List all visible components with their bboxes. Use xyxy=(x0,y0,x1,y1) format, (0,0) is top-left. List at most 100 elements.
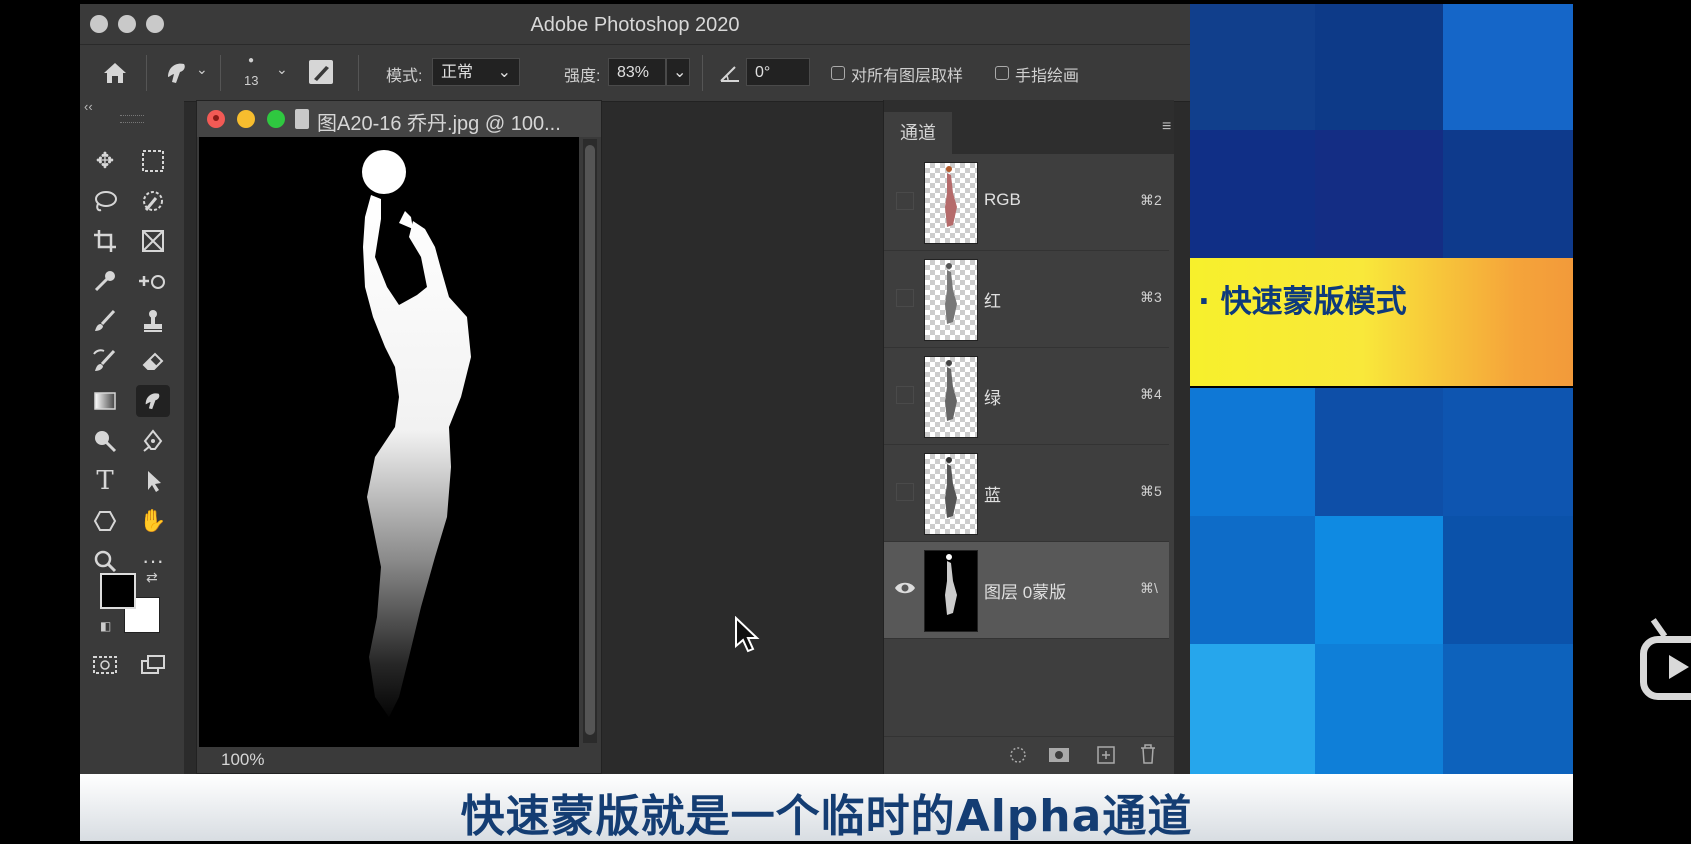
channel-row-blue[interactable]: 蓝 ⌘5 xyxy=(884,445,1169,542)
title-bar: Adobe Photoshop 2020 xyxy=(80,4,1190,44)
channel-thumbnail xyxy=(924,162,978,244)
tools-panel: ‹‹ ✥ T ✋ ··· ⇄ ◧ xyxy=(80,99,184,774)
channel-name: 红 xyxy=(984,292,1001,311)
file-icon xyxy=(295,109,309,129)
logo-antenna xyxy=(1650,618,1668,638)
minimize-document-button[interactable] xyxy=(237,110,255,128)
history-brush-tool-icon[interactable] xyxy=(88,345,122,377)
finger-paint-checkbox[interactable] xyxy=(995,66,1009,80)
document-window: 图A20-16 乔丹.jpg @ 100... 100% xyxy=(196,100,602,774)
angle-icon xyxy=(718,59,742,87)
type-tool-icon[interactable]: T xyxy=(88,465,122,497)
dodge-tool-icon[interactable] xyxy=(88,425,122,457)
strength-label: 强度: xyxy=(564,68,601,85)
swap-colors-icon[interactable]: ⇄ xyxy=(146,569,158,586)
channel-row-red[interactable]: 红 ⌘3 xyxy=(884,251,1169,348)
image-canvas[interactable] xyxy=(199,137,579,747)
finger-paint-label: 手指绘画 xyxy=(1015,68,1080,85)
player-silhouette-mask xyxy=(362,150,471,717)
home-icon[interactable] xyxy=(100,55,130,91)
smudge-tool-icon[interactable] xyxy=(136,385,170,417)
channel-thumbnail xyxy=(924,356,978,438)
channels-footer xyxy=(884,736,1174,774)
tab-channels[interactable]: 通道 xyxy=(884,112,952,154)
document-tab[interactable]: 图A20-16 乔丹.jpg @ 100... xyxy=(197,101,601,137)
move-tool-icon[interactable]: ✥ xyxy=(88,145,122,177)
brush-settings-icon[interactable] xyxy=(306,57,336,87)
visibility-toggle[interactable] xyxy=(896,483,914,501)
stamp-tool-icon[interactable] xyxy=(136,305,170,337)
angle-input[interactable]: 0° xyxy=(746,58,810,86)
hand-tool-icon[interactable]: ✋ xyxy=(136,505,170,537)
channel-row-green[interactable]: 绿 ⌘4 xyxy=(884,348,1169,445)
quick-mask-icon[interactable] xyxy=(88,649,122,681)
brush-tool-icon[interactable] xyxy=(88,305,122,337)
collapse-icon[interactable]: ‹‹ xyxy=(84,99,93,114)
path-selection-tool-icon[interactable] xyxy=(136,465,170,497)
brush-size[interactable]: 13 xyxy=(244,73,258,88)
eraser-tool-icon[interactable] xyxy=(136,345,170,377)
visibility-toggle[interactable] xyxy=(896,289,914,307)
mouse-cursor-icon xyxy=(734,615,760,659)
chevron-down-icon: ⌄ xyxy=(497,64,511,81)
smudge-tool-icon[interactable] xyxy=(162,57,192,89)
document-scrollbar[interactable] xyxy=(583,139,597,743)
channel-shortcut: ⌘5 xyxy=(1140,483,1162,499)
channels-tab-bar: 通道 ≡ xyxy=(884,100,1174,154)
eye-icon[interactable] xyxy=(894,578,916,603)
frame-tool-icon[interactable] xyxy=(136,225,170,257)
load-selection-icon[interactable] xyxy=(1008,745,1028,770)
channel-shortcut: ⌘2 xyxy=(1140,192,1162,208)
channel-row-layer-mask[interactable]: 图层 0蒙版 ⌘\ xyxy=(884,542,1169,639)
eyedropper-tool-icon[interactable] xyxy=(88,265,122,297)
quick-selection-tool-icon[interactable] xyxy=(136,185,170,217)
crop-tool-icon[interactable] xyxy=(88,225,122,257)
foreground-color-swatch[interactable] xyxy=(100,573,136,609)
mode-value: 正常 xyxy=(441,64,474,81)
photoshop-window: Adobe Photoshop 2020 ⌄ ● 13 ⌄ 模式: 正常 ⌄ 强… xyxy=(80,4,1190,774)
healing-brush-tool-icon[interactable] xyxy=(136,265,170,297)
channel-name: 图层 0蒙版 xyxy=(984,583,1067,602)
panel-menu-icon[interactable]: ≡ xyxy=(1162,118,1171,136)
sample-all-checkbox[interactable] xyxy=(831,66,845,80)
marquee-tool-icon[interactable] xyxy=(136,145,170,177)
pen-tool-icon[interactable] xyxy=(136,425,170,457)
subtitle-text: 快速蒙版就是一个临时的Alpha通道 xyxy=(460,791,1193,842)
channel-thumbnail xyxy=(924,453,978,535)
channel-shortcut: ⌘3 xyxy=(1140,289,1162,305)
trash-icon[interactable] xyxy=(1138,743,1158,770)
slide-background xyxy=(1190,4,1573,774)
mode-dropdown[interactable]: 正常 ⌄ xyxy=(432,58,520,86)
save-selection-icon[interactable] xyxy=(1048,745,1070,770)
chevron-down-icon[interactable]: ⌄ xyxy=(276,61,288,78)
brush-dot-icon: ● xyxy=(248,55,255,66)
chevron-down-icon[interactable]: ⌄ xyxy=(196,61,208,78)
visibility-toggle[interactable] xyxy=(896,192,914,210)
zoom-level[interactable]: 100% xyxy=(221,750,264,770)
channels-panel: 通道 ≡ RGB ⌘2 红 ⌘3 绿 ⌘4 蓝 ⌘5 图层 0蒙版 ⌘\ xyxy=(883,100,1174,774)
default-colors-icon[interactable]: ◧ xyxy=(100,619,111,633)
strength-dropdown[interactable]: ⌄ xyxy=(666,58,690,86)
scrollbar-thumb[interactable] xyxy=(585,145,595,735)
channel-name: 蓝 xyxy=(984,486,1001,505)
lasso-tool-icon[interactable] xyxy=(88,185,122,217)
new-channel-icon[interactable] xyxy=(1096,745,1116,770)
sample-all-label: 对所有图层取样 xyxy=(851,68,964,85)
visibility-toggle[interactable] xyxy=(896,386,914,404)
channel-thumbnail xyxy=(924,259,978,341)
tv-logo-icon xyxy=(1640,636,1691,700)
maximize-document-button[interactable] xyxy=(267,110,285,128)
options-bar: ⌄ ● 13 ⌄ 模式: 正常 ⌄ 强度: 83% ⌄ 0° 对所有图层取样 手… xyxy=(80,44,1190,102)
screen-mode-icon[interactable] xyxy=(136,649,170,681)
gradient-tool-icon[interactable] xyxy=(88,385,122,417)
app-title: Adobe Photoshop 2020 xyxy=(530,14,740,36)
strength-input[interactable]: 83% xyxy=(608,58,666,86)
document-title: 图A20-16 乔丹.jpg @ 100... xyxy=(317,113,561,135)
channel-row-rgb[interactable]: RGB ⌘2 xyxy=(884,154,1169,251)
grip-handle[interactable] xyxy=(120,115,144,123)
mode-label: 模式: xyxy=(386,68,423,85)
channel-thumbnail xyxy=(924,550,978,632)
channel-shortcut: ⌘\ xyxy=(1140,580,1158,596)
shape-tool-icon[interactable] xyxy=(88,505,122,537)
channel-shortcut: ⌘4 xyxy=(1140,386,1162,402)
